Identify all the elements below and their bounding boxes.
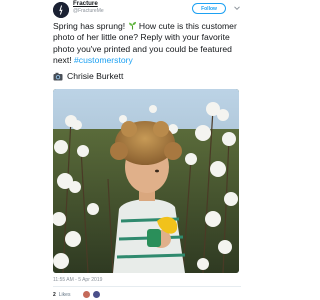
photo-credit: Chrisie Burkett [53, 71, 123, 81]
follow-button[interactable]: Follow [192, 3, 226, 14]
liker-avatar[interactable] [93, 291, 101, 298]
chevron-down-icon[interactable] [233, 4, 241, 12]
account-names: Fracture @FractureMe [73, 0, 104, 14]
camera-emoji-icon [53, 72, 63, 80]
toddler-cotton-field-image [53, 89, 239, 273]
likes-count: 2 [53, 291, 56, 298]
likes-row[interactable]: 2 Likes [53, 291, 101, 298]
account-handle[interactable]: @FractureMe [73, 9, 104, 14]
hashtag-link[interactable]: #customerstory [74, 55, 133, 65]
photo-credit-name: Chrisie Burkett [67, 71, 124, 81]
tweet-text: Spring has sprung! How cute is this cust… [53, 21, 243, 67]
divider [53, 286, 241, 287]
display-name[interactable]: Fracture [73, 0, 104, 7]
sprout-emoji-icon [128, 21, 136, 30]
liker-avatar[interactable] [83, 291, 91, 298]
avatar[interactable] [53, 2, 69, 18]
fracture-logo-icon [53, 2, 69, 18]
likes-label: Likes [58, 291, 71, 298]
tweet-text-part1: Spring has sprung! [53, 21, 126, 31]
tweet-timestamp[interactable]: 11:55 AM - 5 Apr 2019 [53, 277, 102, 283]
tweet-card: Fracture @FractureMe Follow Spring has s… [0, 0, 291, 300]
tweet-photo[interactable] [53, 89, 239, 273]
